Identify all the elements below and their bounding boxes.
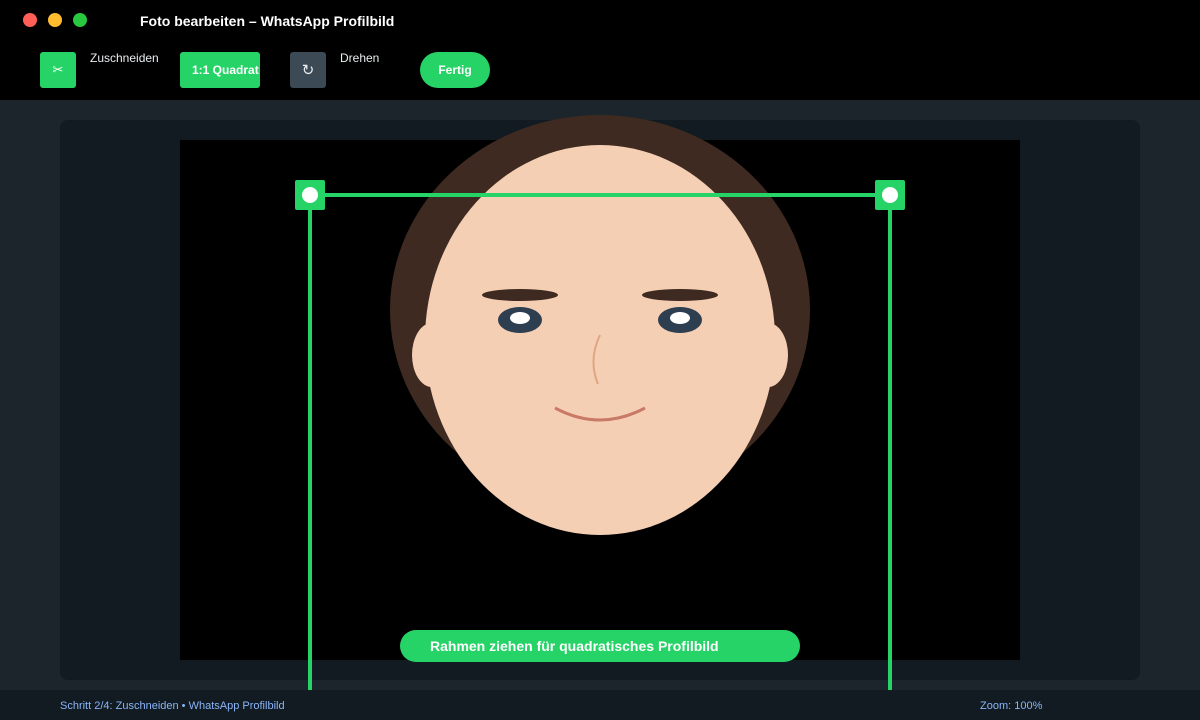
crop-frame-right-edge[interactable] — [888, 195, 892, 690]
zoom-indicator: Zoom: 100% — [980, 700, 1043, 712]
handle-dot — [302, 187, 318, 203]
crop-frame-top-edge[interactable] — [310, 193, 890, 197]
rotate-icon: ↻ — [301, 62, 315, 79]
scissors-icon: ✂ — [52, 62, 64, 77]
aspect-ratio-button[interactable]: 1:1 Quadrat — [180, 52, 260, 88]
minimize-window-button[interactable] — [48, 13, 62, 27]
window-title: Foto bearbeiten – WhatsApp Profilbild — [140, 13, 395, 29]
window-toolbar: Foto bearbeiten – WhatsApp Profilbild ✂ … — [0, 0, 1200, 100]
photo-canvas — [180, 140, 1020, 660]
handle-dot — [882, 187, 898, 203]
maximize-window-button[interactable] — [73, 13, 87, 27]
crop-button[interactable]: ✂ — [40, 52, 76, 88]
status-bar: Schritt 2/4: Zuschneiden • WhatsApp Prof… — [0, 690, 1200, 720]
crop-frame-left-edge[interactable] — [308, 195, 312, 690]
crop-hint: Rahmen ziehen für quadratisches Profilbi… — [400, 630, 800, 662]
rotate-label: Drehen — [340, 51, 380, 65]
rotate-button[interactable]: ↻ — [290, 52, 326, 88]
crop-handle-top-right[interactable] — [875, 180, 905, 210]
done-button[interactable]: Fertig — [420, 52, 490, 88]
step-indicator: Schritt 2/4: Zuschneiden • WhatsApp Prof… — [60, 700, 285, 712]
close-window-button[interactable] — [23, 13, 37, 27]
crop-label: Zuschneiden — [90, 51, 159, 65]
crop-handle-top-left[interactable] — [295, 180, 325, 210]
